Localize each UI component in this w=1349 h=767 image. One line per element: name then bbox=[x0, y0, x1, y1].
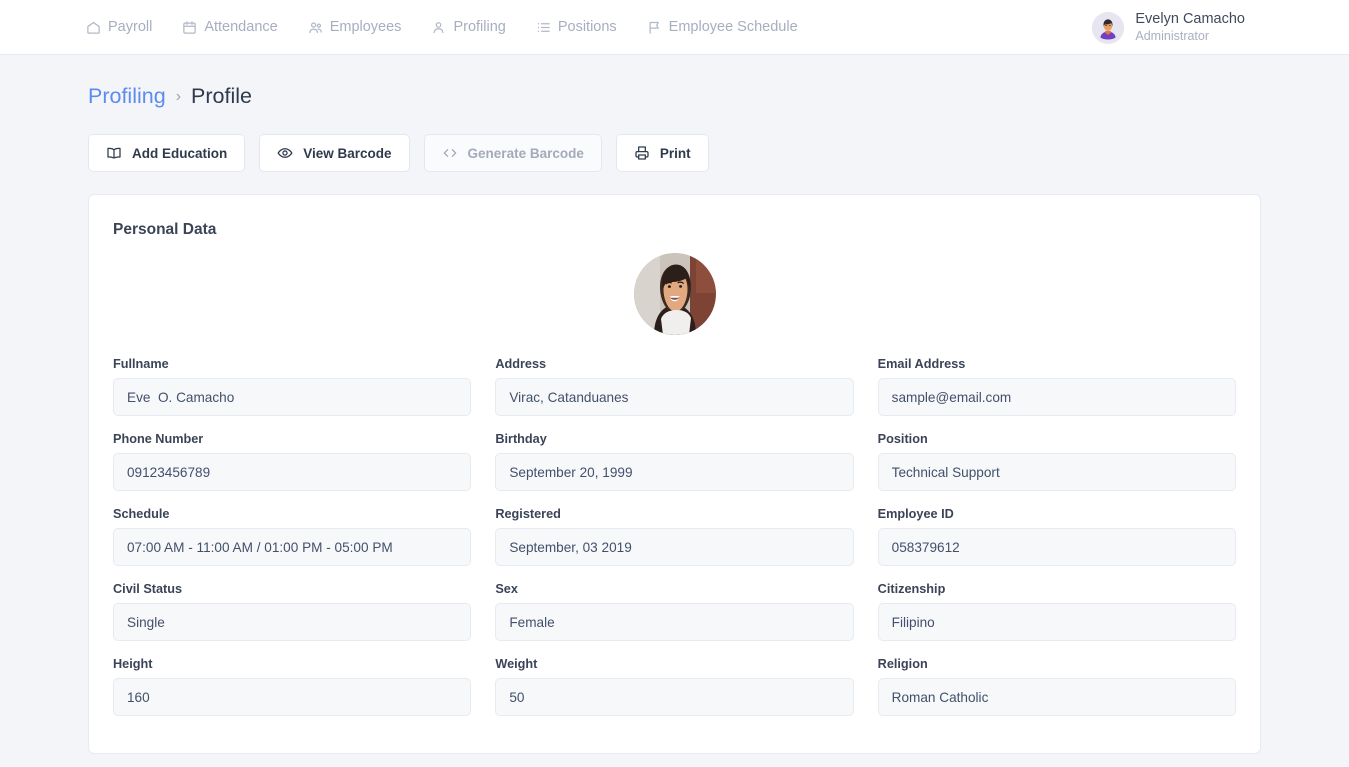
user-menu[interactable]: Evelyn Camacho Administrator bbox=[1092, 0, 1245, 55]
flag-icon bbox=[647, 20, 662, 35]
field-label: Phone Number bbox=[113, 432, 204, 446]
nav-label: Employee Schedule bbox=[668, 19, 798, 35]
field-label: Civil Status bbox=[113, 582, 183, 596]
field-fullname: Fullname Eve O. Camacho bbox=[113, 357, 472, 416]
list-icon bbox=[536, 20, 551, 35]
fullname-input[interactable]: Eve O. Camacho bbox=[113, 378, 472, 416]
sex-input[interactable]: Female bbox=[495, 603, 854, 641]
address-input[interactable]: Virac, Catanduanes bbox=[495, 378, 854, 416]
nav-link-payroll[interactable]: Payroll bbox=[86, 19, 152, 35]
nav-label: Employees bbox=[329, 19, 402, 35]
field-religion: Religion Roman Catholic bbox=[877, 657, 1236, 716]
field-schedule: Schedule 07:00 AM - 11:00 AM / 01:00 PM … bbox=[113, 507, 472, 566]
page-title: Profile bbox=[191, 84, 252, 108]
field-label: Citizenship bbox=[877, 582, 946, 596]
generate-barcode-button[interactable]: Generate Barcode bbox=[423, 134, 602, 172]
field-height: Height 160 bbox=[113, 657, 472, 716]
field-label: Email Address bbox=[877, 357, 966, 371]
user-name: Evelyn Camacho bbox=[1135, 11, 1245, 28]
breadcrumb-separator-icon: › bbox=[175, 87, 182, 105]
field-label: Weight bbox=[495, 657, 538, 671]
nav-link-positions[interactable]: Positions bbox=[536, 19, 617, 35]
top-navbar: Payroll Attendance Employees Profiling P bbox=[0, 0, 1349, 55]
user-meta: Evelyn Camacho Administrator bbox=[1135, 11, 1245, 44]
employee-photo bbox=[633, 253, 716, 335]
field-label: Schedule bbox=[113, 507, 170, 521]
nav-label: Profiling bbox=[453, 19, 506, 35]
nav-label: Attendance bbox=[204, 19, 278, 35]
field-label: Sex bbox=[495, 582, 518, 596]
avatar bbox=[1092, 11, 1125, 44]
civil-status-input[interactable]: Single bbox=[113, 603, 472, 641]
book-icon bbox=[106, 145, 122, 161]
field-sex: Sex Female bbox=[495, 582, 854, 641]
action-toolbar: Add Education View Barcode Generate Barc… bbox=[88, 134, 1261, 172]
add-education-button[interactable]: Add Education bbox=[88, 134, 246, 172]
field-label: Birthday bbox=[495, 432, 547, 446]
button-label: Print bbox=[659, 145, 691, 161]
nav-link-attendance[interactable]: Attendance bbox=[182, 19, 278, 35]
nav-link-profiling[interactable]: Profiling bbox=[431, 19, 506, 35]
field-registered: Registered September, 03 2019 bbox=[495, 507, 854, 566]
field-birthday: Birthday September 20, 1999 bbox=[495, 432, 854, 491]
registered-input[interactable]: September, 03 2019 bbox=[495, 528, 854, 566]
email-address-input[interactable]: sample@email.com bbox=[877, 378, 1236, 416]
field-label: Fullname bbox=[113, 357, 169, 371]
field-label: Height bbox=[113, 657, 153, 671]
field-position: Position Technical Support bbox=[877, 432, 1236, 491]
print-button[interactable]: Print bbox=[615, 134, 709, 172]
field-label: Position bbox=[877, 432, 928, 446]
schedule-input[interactable]: 07:00 AM - 11:00 AM / 01:00 PM - 05:00 P… bbox=[113, 528, 472, 566]
field-weight: Weight 50 bbox=[495, 657, 854, 716]
field-email-address: Email Address sample@email.com bbox=[877, 357, 1236, 416]
printer-icon bbox=[634, 145, 650, 161]
user-icon bbox=[431, 20, 446, 35]
field-civil-status: Civil Status Single bbox=[113, 582, 472, 641]
nav-label: Payroll bbox=[108, 19, 153, 35]
button-label: Generate Barcode bbox=[467, 145, 584, 161]
nav-link-employees[interactable]: Employees bbox=[308, 19, 402, 35]
main-nav: Payroll Attendance Employees Profiling P bbox=[86, 19, 798, 35]
users-icon bbox=[308, 20, 323, 35]
page-content: Profiling › Profile Add Education View B… bbox=[0, 55, 1349, 754]
nav-label: Positions bbox=[557, 19, 617, 35]
employee-photo-wrap bbox=[113, 253, 1236, 335]
weight-input[interactable]: 50 bbox=[495, 678, 854, 716]
breadcrumb-link-profiling[interactable]: Profiling bbox=[88, 84, 166, 109]
field-phone-number: Phone Number 09123456789 bbox=[113, 432, 472, 491]
field-label: Religion bbox=[877, 657, 928, 671]
field-label: Registered bbox=[495, 507, 561, 521]
field-label: Employee ID bbox=[877, 507, 954, 521]
user-role: Administrator bbox=[1135, 28, 1210, 43]
home-icon bbox=[86, 20, 101, 35]
height-input[interactable]: 160 bbox=[113, 678, 472, 716]
button-label: Add Education bbox=[132, 145, 228, 161]
field-address: Address Virac, Catanduanes bbox=[495, 357, 854, 416]
field-employee-id: Employee ID 058379612 bbox=[877, 507, 1236, 566]
card-title: Personal Data bbox=[113, 221, 217, 238]
code-icon bbox=[442, 145, 458, 161]
field-label: Address bbox=[495, 357, 547, 371]
personal-data-grid: Fullname Eve O. Camacho Address Virac, C… bbox=[113, 357, 1236, 732]
personal-data-card: Personal Data Fullname Eve O. Camacho Ad… bbox=[88, 194, 1261, 754]
breadcrumb: Profiling › Profile bbox=[88, 55, 1261, 109]
view-barcode-button[interactable]: View Barcode bbox=[259, 134, 410, 172]
phone-number-input[interactable]: 09123456789 bbox=[113, 453, 472, 491]
calendar-icon bbox=[182, 20, 197, 35]
nav-link-employee-schedule[interactable]: Employee Schedule bbox=[647, 19, 798, 35]
religion-input[interactable]: Roman Catholic bbox=[877, 678, 1236, 716]
eye-icon bbox=[277, 145, 293, 161]
employee-id-input[interactable]: 058379612 bbox=[877, 528, 1236, 566]
button-label: View Barcode bbox=[303, 145, 392, 161]
position-input[interactable]: Technical Support bbox=[877, 453, 1236, 491]
citizenship-input[interactable]: Filipino bbox=[877, 603, 1236, 641]
field-citizenship: Citizenship Filipino bbox=[877, 582, 1236, 641]
birthday-input[interactable]: September 20, 1999 bbox=[495, 453, 854, 491]
